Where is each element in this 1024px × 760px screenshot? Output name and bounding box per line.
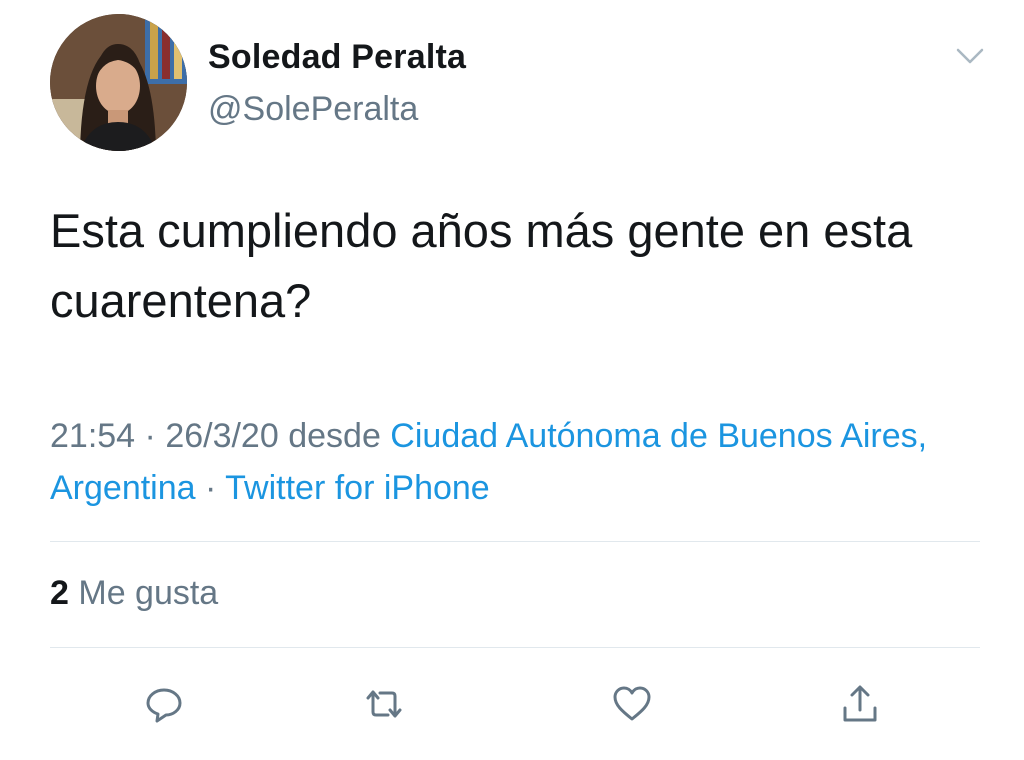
divider — [50, 647, 980, 648]
reply-icon — [146, 688, 182, 723]
like-button[interactable] — [610, 682, 654, 726]
retweet-icon — [366, 690, 402, 718]
avatar-image — [50, 14, 187, 151]
chevron-down-icon[interactable] — [952, 42, 988, 70]
heart-icon — [613, 686, 651, 721]
likes-count: 2 — [50, 574, 69, 612]
likes-label: Me gusta — [68, 574, 219, 612]
tweet-meta: 21:54 · 26/3/20 desde Ciudad Autónoma de… — [50, 410, 980, 514]
reply-button[interactable] — [142, 682, 186, 726]
share-icon — [843, 685, 877, 722]
share-button[interactable] — [838, 682, 882, 726]
from-word: desde — [278, 417, 391, 455]
divider — [50, 541, 980, 542]
tweet-text: Esta cumpliendo años más gente en esta c… — [50, 204, 913, 327]
tweet-time[interactable]: 21:54 — [50, 417, 135, 455]
author-handle[interactable]: @SolePeralta — [208, 90, 418, 129]
tweet-date[interactable]: 26/3/20 — [165, 417, 278, 455]
author-name[interactable]: Soledad Peralta — [208, 38, 466, 77]
likes-stat[interactable]: 2 Me gusta — [50, 574, 218, 613]
meta-separator: · — [195, 469, 226, 507]
avatar[interactable] — [50, 14, 187, 151]
meta-separator: · — [135, 417, 166, 455]
retweet-button[interactable] — [362, 682, 406, 726]
tweet-card: Soledad Peralta @SolePeralta Esta cumpli… — [0, 0, 1024, 760]
source-link[interactable]: Twitter for iPhone — [225, 469, 490, 507]
